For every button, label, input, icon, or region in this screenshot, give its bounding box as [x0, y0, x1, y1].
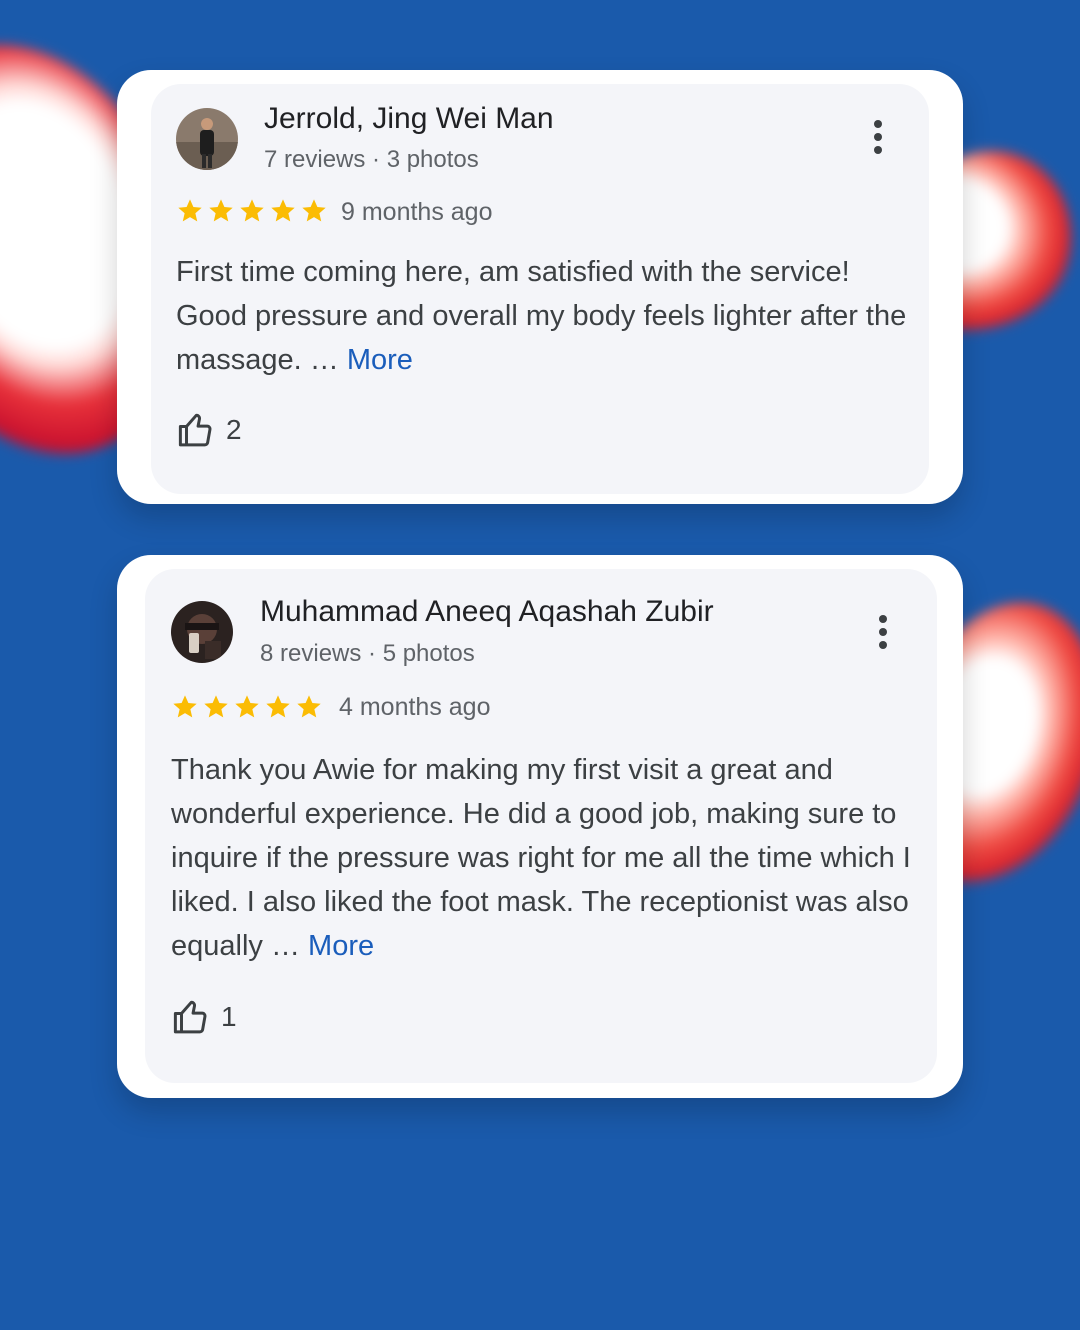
star-rating	[171, 693, 323, 721]
like-button[interactable]: 1	[171, 996, 237, 1038]
reviewer-name[interactable]: Muhammad Aneeq Aqashah Zubir	[260, 595, 714, 629]
reviewer-meta: 7 reviews · 3 photos	[264, 146, 479, 173]
star-icon	[240, 199, 264, 222]
review-card: Jerrold, Jing Wei Man 7 reviews · 3 phot…	[117, 70, 963, 504]
avatar[interactable]	[171, 601, 233, 663]
review-card-body: Jerrold, Jing Wei Man 7 reviews · 3 phot…	[151, 84, 929, 494]
star-icon	[204, 695, 228, 718]
more-vert-icon[interactable]	[868, 607, 898, 657]
star-icon	[302, 199, 326, 222]
review-time: 9 months ago	[341, 198, 493, 226]
review-time: 4 months ago	[339, 693, 491, 721]
thumb-up-icon	[178, 413, 212, 447]
reviewer-meta: 8 reviews · 5 photos	[260, 640, 475, 667]
star-icon	[178, 199, 202, 222]
star-icon	[266, 695, 290, 718]
star-icon	[209, 199, 233, 222]
thumb-up-icon	[173, 1000, 207, 1034]
star-icon	[271, 199, 295, 222]
like-count: 1	[221, 1001, 237, 1032]
review-text-content: Thank you Awie for making my first visit…	[171, 754, 911, 962]
star-icon	[235, 695, 259, 718]
like-button[interactable]: 2	[176, 409, 242, 451]
star-icon	[297, 695, 321, 718]
review-card: Muhammad Aneeq Aqashah Zubir 8 reviews ·…	[117, 555, 963, 1098]
star-rating	[176, 197, 328, 225]
more-link[interactable]: More	[308, 930, 374, 962]
more-vert-icon[interactable]	[863, 112, 893, 162]
review-text-content: First time coming here, am satisfied wit…	[176, 256, 907, 376]
review-text: Thank you Awie for making my first visit…	[171, 748, 911, 968]
more-link[interactable]: More	[347, 344, 413, 376]
review-card-body: Muhammad Aneeq Aqashah Zubir 8 reviews ·…	[145, 569, 937, 1083]
reviewer-name[interactable]: Jerrold, Jing Wei Man	[264, 102, 554, 136]
star-icon	[173, 695, 197, 718]
review-text: First time coming here, am satisfied wit…	[176, 250, 916, 382]
like-count: 2	[226, 414, 242, 445]
avatar[interactable]	[176, 108, 238, 170]
